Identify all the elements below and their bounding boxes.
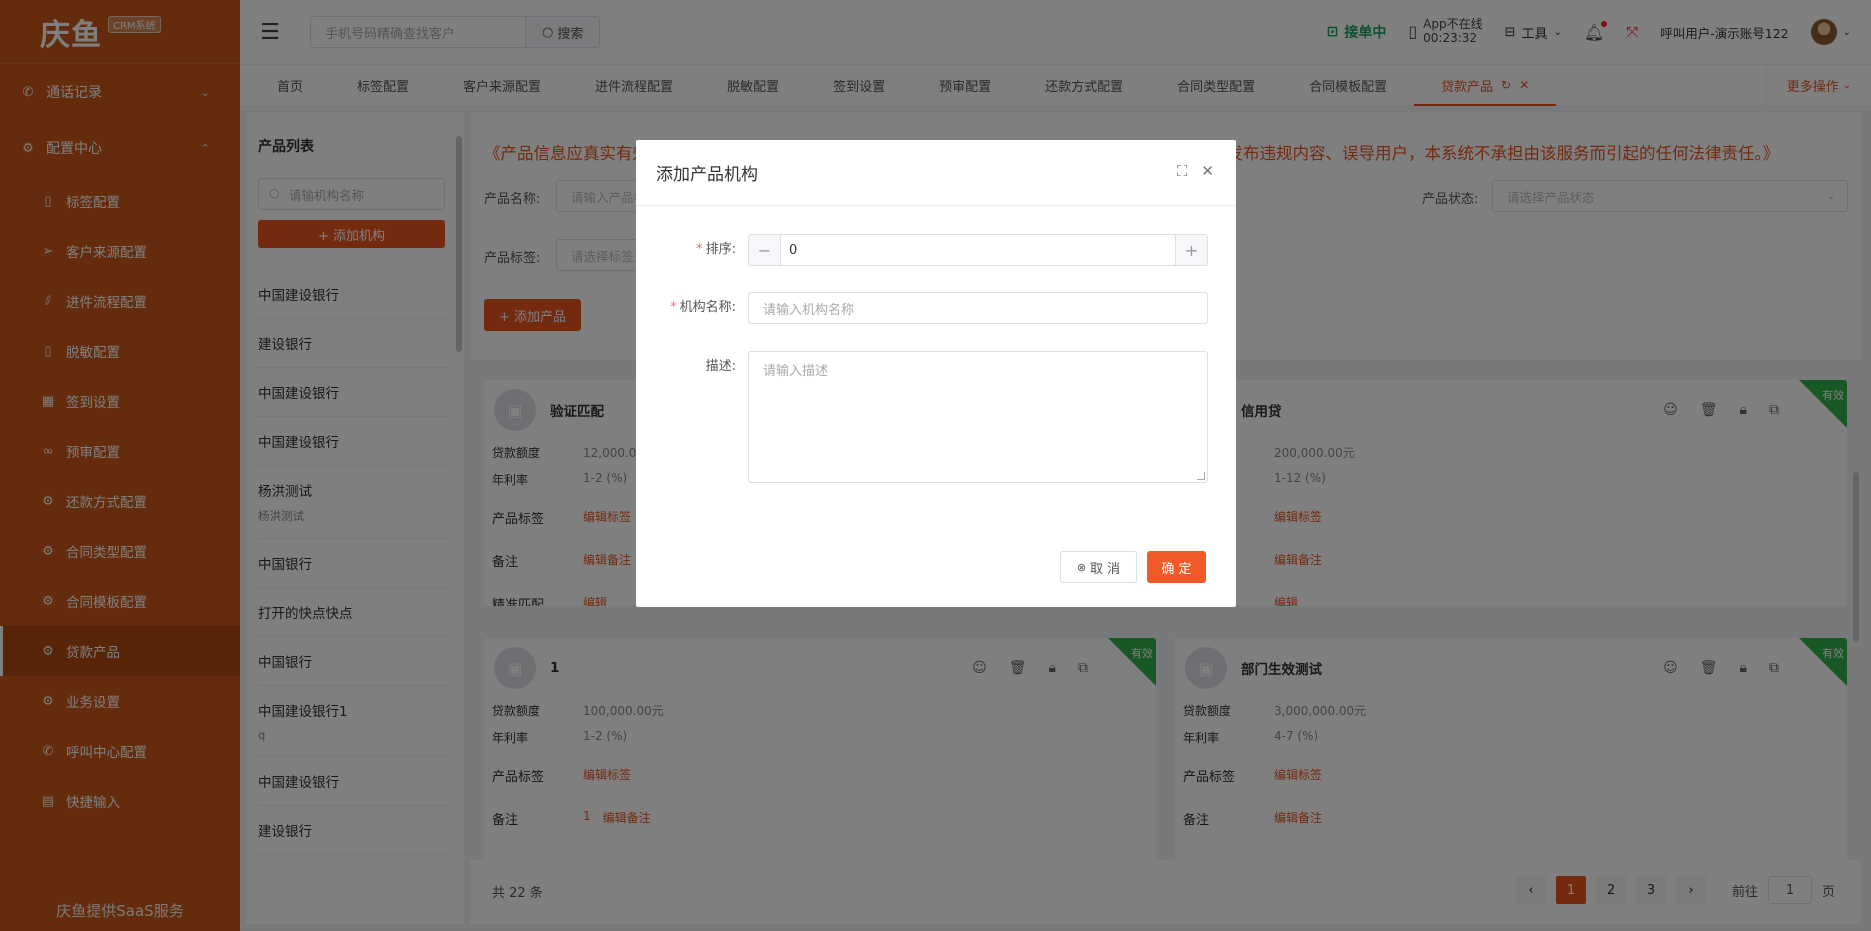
add-org-dialog: 添加产品机构 ⛶ ✕ * 排序: − 0 + * 机构名称: 请输入机构名称 描述:… — [636, 140, 1236, 607]
description-textarea[interactable]: 请输入描述 — [748, 351, 1208, 483]
required-mark: * — [670, 300, 677, 315]
increment-button[interactable]: + — [1175, 235, 1207, 265]
maximize-icon[interactable]: ⛶ — [1177, 162, 1188, 180]
sort-input[interactable]: 0 — [781, 243, 1175, 258]
cancel-circle-icon: ⊗ — [1076, 560, 1087, 574]
sort-stepper: − 0 + — [748, 234, 1208, 266]
confirm-button[interactable]: 确 定 — [1147, 551, 1206, 583]
close-icon[interactable]: ✕ — [1201, 162, 1214, 180]
description-row: 描述: 请输入描述 — [636, 351, 1208, 483]
sort-row: * 排序: − 0 + — [636, 234, 1208, 266]
required-mark: * — [696, 242, 703, 257]
dialog-title: 添加产品机构 — [656, 165, 758, 185]
cancel-button[interactable]: ⊗ 取 消 — [1060, 551, 1137, 583]
decrement-button[interactable]: − — [749, 235, 781, 265]
org-name-row: * 机构名称: 请输入机构名称 — [636, 292, 1208, 324]
org-name-input[interactable]: 请输入机构名称 — [748, 292, 1208, 324]
dialog-header: 添加产品机构 ⛶ ✕ — [636, 140, 1236, 206]
